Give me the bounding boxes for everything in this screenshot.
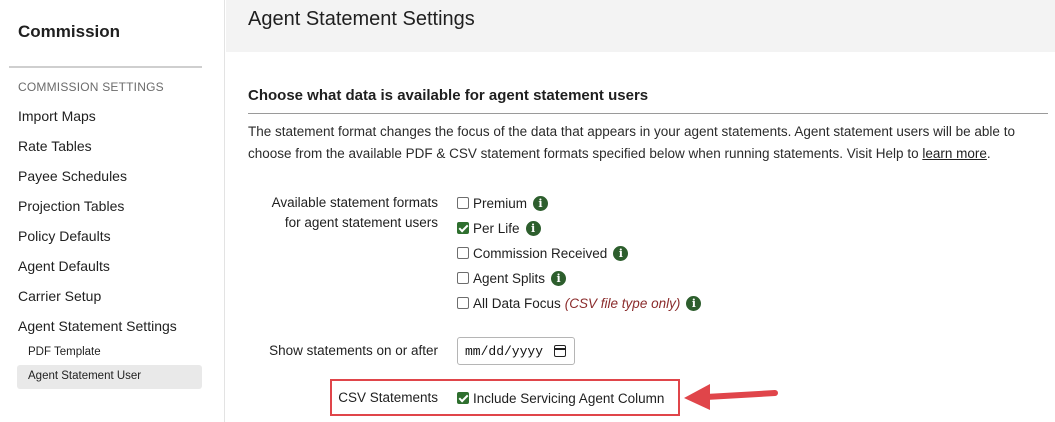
- option-all-data-focus[interactable]: All Data Focus (CSV file type only) i: [457, 294, 702, 312]
- formats-label: Available statement formats for agent st…: [250, 193, 438, 233]
- include-servicing-agent-checkbox[interactable]: [457, 392, 469, 404]
- info-icon[interactable]: i: [525, 220, 541, 236]
- sidebar-subitem-agent-statement-user[interactable]: Agent Statement User: [28, 370, 141, 382]
- commission-received-label: Commission Received: [473, 245, 608, 261]
- sidebar-section-label: COMMISSION SETTINGS: [18, 80, 164, 94]
- option-commission-received[interactable]: Commission Received i: [457, 244, 629, 262]
- learn-more-link[interactable]: learn more: [922, 146, 987, 161]
- premium-checkbox[interactable]: [457, 197, 469, 209]
- calendar-icon[interactable]: [554, 345, 566, 357]
- csv-only-note: (CSV file type only): [564, 295, 681, 311]
- option-premium[interactable]: Premium i: [457, 194, 549, 212]
- csv-label: CSV Statements: [338, 390, 438, 405]
- section-divider: [248, 113, 1048, 114]
- date-input[interactable]: mm/dd/yyyy: [457, 337, 575, 365]
- sidebar-title: Commission: [18, 22, 121, 41]
- option-include-servicing-agent[interactable]: Include Servicing Agent Column: [457, 389, 664, 407]
- description-text: The statement format changes the focus o…: [248, 124, 1015, 161]
- per-life-label: Per Life: [473, 220, 520, 236]
- info-icon[interactable]: i: [613, 245, 629, 261]
- agent-splits-label: Agent Splits: [473, 270, 546, 286]
- page-header: Agent Statement Settings: [226, 0, 1055, 52]
- pointer-arrow-icon: [684, 384, 778, 410]
- all-data-focus-checkbox[interactable]: [457, 297, 469, 309]
- sidebar-item-carrier-setup[interactable]: Carrier Setup: [18, 288, 101, 304]
- sidebar-item-agent-statement-settings[interactable]: Agent Statement Settings: [18, 318, 177, 334]
- formats-label-line1: Available statement formats: [271, 195, 438, 210]
- info-icon[interactable]: i: [533, 195, 549, 211]
- sidebar-item-rate-tables[interactable]: Rate Tables: [18, 138, 92, 154]
- sidebar-item-payee-schedules[interactable]: Payee Schedules: [18, 168, 127, 184]
- sidebar: Commission COMMISSION SETTINGS Import Ma…: [0, 0, 225, 422]
- info-icon[interactable]: i: [686, 295, 702, 311]
- date-placeholder: mm/dd/yyyy: [465, 343, 544, 359]
- sidebar-subitem-pdf-template[interactable]: PDF Template: [28, 346, 101, 358]
- sidebar-divider: [9, 66, 202, 68]
- info-icon[interactable]: i: [551, 270, 567, 286]
- option-per-life[interactable]: Per Life i: [457, 219, 541, 237]
- include-servicing-agent-label: Include Servicing Agent Column: [473, 390, 665, 406]
- formats-label-line2: for agent statement users: [284, 215, 438, 230]
- premium-label: Premium: [473, 195, 528, 211]
- sidebar-item-import-maps[interactable]: Import Maps: [18, 108, 96, 124]
- commission-received-checkbox[interactable]: [457, 247, 469, 259]
- all-data-focus-label: All Data Focus: [473, 295, 561, 311]
- option-agent-splits[interactable]: Agent Splits i: [457, 269, 567, 287]
- section-description: The statement format changes the focus o…: [248, 121, 1053, 165]
- date-label: Show statements on or after: [269, 343, 438, 358]
- sidebar-item-projection-tables[interactable]: Projection Tables: [18, 198, 124, 214]
- description-end: .: [986, 146, 991, 161]
- page-title: Agent Statement Settings: [248, 8, 475, 30]
- per-life-checkbox[interactable]: [457, 222, 469, 234]
- sidebar-item-agent-defaults[interactable]: Agent Defaults: [18, 258, 110, 274]
- sidebar-item-policy-defaults[interactable]: Policy Defaults: [18, 228, 111, 244]
- section-heading: Choose what data is available for agent …: [248, 87, 649, 104]
- agent-splits-checkbox[interactable]: [457, 272, 469, 284]
